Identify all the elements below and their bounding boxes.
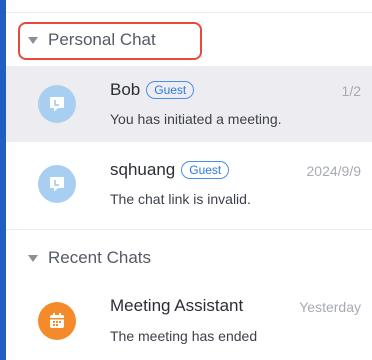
chat-preview: The meeting has ended	[110, 328, 258, 344]
chat-name: Meeting Assistant	[110, 296, 244, 315]
guest-badge: Guest	[181, 161, 230, 179]
chat-preview: You has initiated a meeting.	[110, 111, 282, 127]
chat-name-row: sqhuang Guest	[110, 160, 230, 180]
chat-name: Bob	[110, 80, 141, 99]
caret-down-icon	[28, 254, 38, 262]
chat-name-row: Meeting Assistant	[110, 296, 243, 316]
chat-name: sqhuang	[110, 160, 176, 179]
section-label: Recent Chats	[48, 248, 151, 267]
chat-preview: The chat link is invalid.	[110, 191, 251, 207]
chat-time: 1/2	[341, 83, 361, 99]
section-divider	[6, 229, 372, 230]
highlight-annotation	[18, 22, 202, 60]
chat-time: Yesterday	[299, 299, 361, 315]
guest-badge: Guest	[146, 81, 195, 99]
chat-item-bob[interactable]: Bob Guest 1/2 You has initiated a meetin…	[6, 66, 372, 142]
chat-item-sqhuang[interactable]: sqhuang Guest 2024/9/9 The chat link is …	[6, 146, 372, 222]
chat-bubble-icon	[38, 165, 76, 203]
section-header-recent-chats[interactable]: Recent Chats	[12, 248, 151, 268]
chat-name-row: Bob Guest	[110, 80, 195, 100]
chat-bubble-icon	[38, 85, 76, 123]
chat-time: 2024/9/9	[306, 163, 362, 179]
chat-item-meeting-assistant[interactable]: Meeting Assistant Yesterday The meeting …	[6, 284, 372, 360]
top-divider	[6, 12, 372, 13]
calendar-icon	[38, 302, 76, 340]
